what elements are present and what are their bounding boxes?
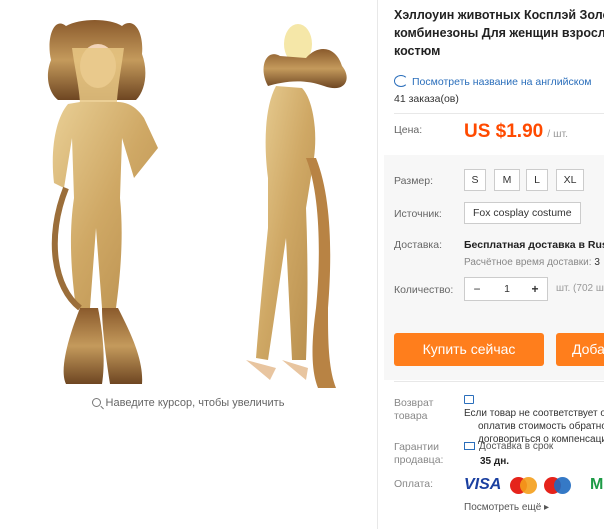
size-option-xl[interactable]: XL [556, 169, 584, 191]
divider [394, 381, 604, 382]
back-view-figure [246, 24, 347, 388]
visa-icon: VISA [464, 476, 502, 493]
guarantee-text: Доставка в срок [464, 441, 553, 452]
divider [394, 113, 604, 114]
more-payment-methods-link[interactable]: Посмотреть ещё ▸ [464, 502, 549, 513]
translate-link-text[interactable]: Посмотреть название на английском [412, 76, 592, 88]
quantity-stepper: − 1 + [464, 277, 548, 301]
quantity-label: Количество: [394, 284, 454, 296]
zoom-hint-text: Наведите курсор, чтобы увеличить [105, 397, 285, 409]
mastercard-icon [510, 477, 538, 494]
delivery-truck-icon [464, 442, 475, 450]
product-info-panel: Хэллоуин животных Косплэй Золотой комбин… [378, 0, 604, 529]
orders-count: 41 заказа(ов) [394, 93, 459, 105]
product-title-line: костюм [394, 44, 441, 58]
magnifier-icon [91, 398, 101, 407]
payment-label: Оплата: [394, 478, 434, 490]
size-label: Размер: [394, 175, 434, 187]
guarantee-label-line: продавца: [394, 454, 444, 466]
source-option[interactable]: Fox cosplay costume [464, 202, 581, 224]
eta-label: Расчётное время доставки: [464, 257, 592, 268]
add-to-cart-button[interactable]: Добавить в корзину [556, 333, 604, 366]
quantity-increase-button[interactable]: + [523, 278, 547, 300]
size-option-s[interactable]: S [464, 169, 486, 191]
source-label: Источник: [394, 208, 442, 220]
delivery-eta: Расчётное время доставки: 3 [464, 257, 600, 268]
buy-now-button[interactable]: Купить сейчас [394, 333, 544, 366]
return-label-line: Возврат [394, 397, 434, 409]
eta-value: 3 [594, 257, 600, 268]
return-policy-text: Если товар не соответствует описанию, оп… [464, 394, 604, 446]
product-title: Хэллоуин животных Косплэй Золотой комбин… [394, 6, 604, 60]
size-option-l[interactable]: L [526, 169, 548, 191]
guarantee-label: Гарантии продавца: [394, 441, 443, 467]
available-stock: шт. (702 шт. доступно) [556, 283, 604, 294]
price-unit: / шт. [547, 128, 569, 140]
size-option-m[interactable]: M [494, 169, 520, 191]
quantity-decrease-button[interactable]: − [465, 278, 489, 300]
return-policy-line-text: Если товар не соответствует описанию, [464, 408, 604, 419]
maestro-icon [544, 477, 572, 494]
zoom-hint: Наведите курсор, чтобы увеличить [0, 397, 376, 409]
product-title-line: комбинезоны Для женщин взрослых [394, 26, 604, 40]
quantity-input[interactable]: 1 [489, 278, 525, 300]
guarantee-label-line: Гарантии [394, 441, 439, 453]
guarantee-days: 35 дн. [480, 456, 510, 467]
front-view-figure [47, 20, 158, 384]
translate-title-link[interactable]: Посмотреть название на английском [394, 75, 592, 88]
price-value: US $1.90/ шт. [464, 121, 568, 143]
shield-icon [464, 395, 474, 404]
return-policy-line: Если товар не соответствует описанию, [464, 394, 604, 420]
delivery-label: Доставка: [394, 239, 443, 251]
delivery-value[interactable]: Бесплатная доставка в Russian [464, 239, 604, 251]
price-label: Цена: [394, 124, 423, 136]
return-label: Возврат товара [394, 397, 433, 423]
product-title-line: Хэллоуин животных Косплэй Золотой [394, 8, 604, 22]
translate-icon [394, 75, 408, 87]
return-label-line: товара [394, 410, 428, 422]
return-policy-line: оплатив стоимость обратной доставки, [478, 421, 604, 432]
product-photo[interactable] [6, 8, 370, 394]
price-amount: US $1.90 [464, 121, 544, 142]
guarantee-text-value: Доставка в срок [479, 441, 554, 452]
mir-icon: МИР [590, 476, 604, 493]
product-gallery: Наведите курсор, чтобы увеличить [0, 0, 376, 529]
